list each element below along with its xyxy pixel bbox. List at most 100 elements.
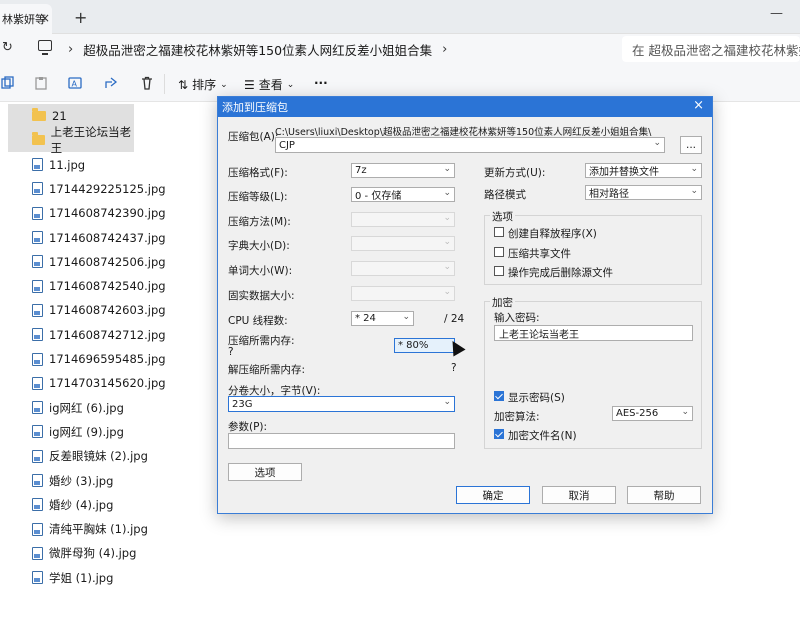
image-file-icon xyxy=(32,182,43,196)
file-row[interactable]: 1714696595485.jpg xyxy=(8,347,166,371)
sort-icon: ⇅ xyxy=(178,77,189,92)
chevron-down-icon: ⌄ xyxy=(402,312,410,322)
mem-decomp-label: 解压缩所需内存: xyxy=(228,364,306,376)
folder-row[interactable]: 上老王论坛当老王 xyxy=(8,125,134,155)
level-value: 0 - 仅存储 xyxy=(355,191,402,202)
split-select[interactable]: 23G ⌄ xyxy=(228,396,455,412)
file-row[interactable]: 1714608742437.jpg xyxy=(8,226,166,250)
file-row[interactable]: 1714608742540.jpg xyxy=(8,274,166,298)
encrypt-names-checkbox[interactable] xyxy=(494,429,504,439)
format-select[interactable]: 7z ⌄ xyxy=(351,163,455,178)
view-icon: ☰ xyxy=(244,77,255,92)
update-select[interactable]: 添加并替换文件 ⌄ xyxy=(585,163,702,178)
paste-icon[interactable] xyxy=(34,76,48,90)
file-row[interactable]: 11.jpg xyxy=(8,153,85,177)
solid-select[interactable]: ⌄ xyxy=(351,286,455,301)
file-row[interactable]: ig网红 (9).jpg xyxy=(8,420,124,444)
password-input[interactable]: 上老王论坛当老王 xyxy=(494,325,693,341)
show-password-checkbox[interactable] xyxy=(494,391,504,401)
sort-button[interactable]: ⇅ 排序 ⌄ xyxy=(178,76,228,93)
file-row[interactable]: 清纯平胸妹 (1).jpg xyxy=(8,517,148,541)
delete-source-checkbox[interactable] xyxy=(494,266,504,276)
path-value: 相对路径 xyxy=(589,189,629,200)
search-input[interactable]: 在 超极品泄密之福建校花林紫妍等150位素人网红反差小姐姐合集 中搜索 xyxy=(622,36,800,62)
refresh-icon[interactable]: ↻ xyxy=(2,40,13,55)
file-row[interactable]: 1714608742390.jpg xyxy=(8,201,166,225)
help-button[interactable]: 帮助 xyxy=(627,486,701,504)
chevron-right-icon: › xyxy=(68,41,74,57)
sfx-checkbox[interactable] xyxy=(494,227,504,237)
file-name: 1714608742390.jpg xyxy=(49,206,166,221)
view-button[interactable]: ☰ 查看 ⌄ xyxy=(244,76,294,93)
file-row[interactable]: 1714608742603.jpg xyxy=(8,298,166,322)
file-name: 1714429225125.jpg xyxy=(49,181,166,196)
chevron-down-icon: ⌄ xyxy=(443,188,451,198)
tab-close-icon[interactable]: × xyxy=(40,11,50,25)
image-file-icon xyxy=(32,279,43,293)
file-row[interactable]: 1714429225125.jpg xyxy=(8,177,166,201)
shared-checkbox[interactable] xyxy=(494,247,504,257)
address-bar[interactable]: › 超极品泄密之福建校花林紫妍等150位素人网红反差小姐姐合集 › xyxy=(58,36,614,62)
chevron-down-icon[interactable]: ⌄ xyxy=(653,138,661,148)
file-row[interactable]: 微胖母狗 (4).jpg xyxy=(8,541,136,565)
minimize-button[interactable]: — xyxy=(770,6,783,21)
options-button[interactable]: 选项 xyxy=(228,463,302,481)
chevron-down-icon: ⌄ xyxy=(443,237,451,247)
search-placeholder: 在 超极品泄密之福建校花林紫妍等150位素人网红反差小姐姐合集 中搜索 xyxy=(632,42,800,58)
file-name: ig网红 (6).jpg xyxy=(49,400,124,415)
mem-comp-q: ? xyxy=(228,346,234,358)
image-file-icon xyxy=(32,401,43,415)
chevron-down-icon: ⌄ xyxy=(443,287,451,297)
archive-name-field[interactable]: CJP ⌄ xyxy=(275,137,665,153)
file-name: 11.jpg xyxy=(49,157,86,172)
level-select[interactable]: 0 - 仅存储 ⌄ xyxy=(351,187,455,202)
solid-label: 固实数据大小: xyxy=(228,290,295,302)
delete-source-label: 操作完成后删除源文件 xyxy=(508,267,613,279)
monitor-icon[interactable] xyxy=(38,40,52,55)
file-row[interactable]: 婚纱 (4).jpg xyxy=(8,493,113,517)
cpu-max: / 24 xyxy=(444,313,465,325)
copy-icon[interactable] xyxy=(0,76,14,90)
more-options-button[interactable]: ··· xyxy=(314,76,328,90)
new-tab-button[interactable]: + xyxy=(74,8,87,27)
dialog-titlebar[interactable]: 添加到压缩包 × xyxy=(218,97,712,117)
image-file-icon xyxy=(32,522,43,536)
chevron-down-icon: ⌄ xyxy=(443,262,451,272)
cpu-select[interactable]: * 24 ⌄ xyxy=(351,311,414,326)
method-select[interactable]: ⌄ xyxy=(351,212,455,227)
chevron-right-icon[interactable]: › xyxy=(442,42,447,57)
image-file-icon xyxy=(32,206,43,220)
browse-button[interactable]: ... xyxy=(680,136,702,154)
params-label: 参数(P): xyxy=(228,421,268,433)
file-row[interactable]: 学姐 (1).jpg xyxy=(8,566,113,590)
dialog-close-button[interactable]: × xyxy=(693,98,704,113)
file-row[interactable]: 婚纱 (3).jpg xyxy=(8,469,113,493)
file-name: 1714608742603.jpg xyxy=(49,303,166,318)
rename-icon[interactable]: A xyxy=(68,76,82,90)
archive-path: C:\Users\liuxi\Desktop\超极品泄密之福建校花林紫妍等150… xyxy=(275,127,652,138)
file-row[interactable]: 1714703145620.jpg xyxy=(8,371,166,395)
ok-button[interactable]: 确定 xyxy=(456,486,530,504)
archive-name-value: CJP xyxy=(279,139,295,151)
image-file-icon xyxy=(32,255,43,269)
file-row[interactable]: 1714608742712.jpg xyxy=(8,323,166,347)
share-icon[interactable] xyxy=(104,76,118,90)
word-select[interactable]: ⌄ xyxy=(351,261,455,276)
password-label: 输入密码: xyxy=(494,312,540,324)
enc-method-select[interactable]: AES-256 ⌄ xyxy=(612,406,693,421)
file-name: 婚纱 (4).jpg xyxy=(49,497,114,512)
mem-comp-select[interactable]: * 80% xyxy=(394,338,455,353)
chevron-down-icon: ⌄ xyxy=(690,164,698,174)
dict-select[interactable]: ⌄ xyxy=(351,236,455,251)
path-select[interactable]: 相对路径 ⌄ xyxy=(585,185,702,200)
folder-icon xyxy=(32,108,46,121)
file-row[interactable]: 1714608742506.jpg xyxy=(8,250,166,274)
cancel-button[interactable]: 取消 xyxy=(542,486,616,504)
cpu-value: * 24 xyxy=(355,313,376,324)
file-row[interactable]: ig网红 (6).jpg xyxy=(8,396,124,420)
file-row[interactable]: 反差眼镜妹 (2).jpg xyxy=(8,444,148,468)
chevron-down-icon: ⌄ xyxy=(286,79,295,90)
breadcrumb-folder[interactable]: 超极品泄密之福建校花林紫妍等150位素人网红反差小姐姐合集 xyxy=(83,40,432,59)
delete-icon[interactable] xyxy=(140,76,154,90)
params-input[interactable] xyxy=(228,433,455,449)
